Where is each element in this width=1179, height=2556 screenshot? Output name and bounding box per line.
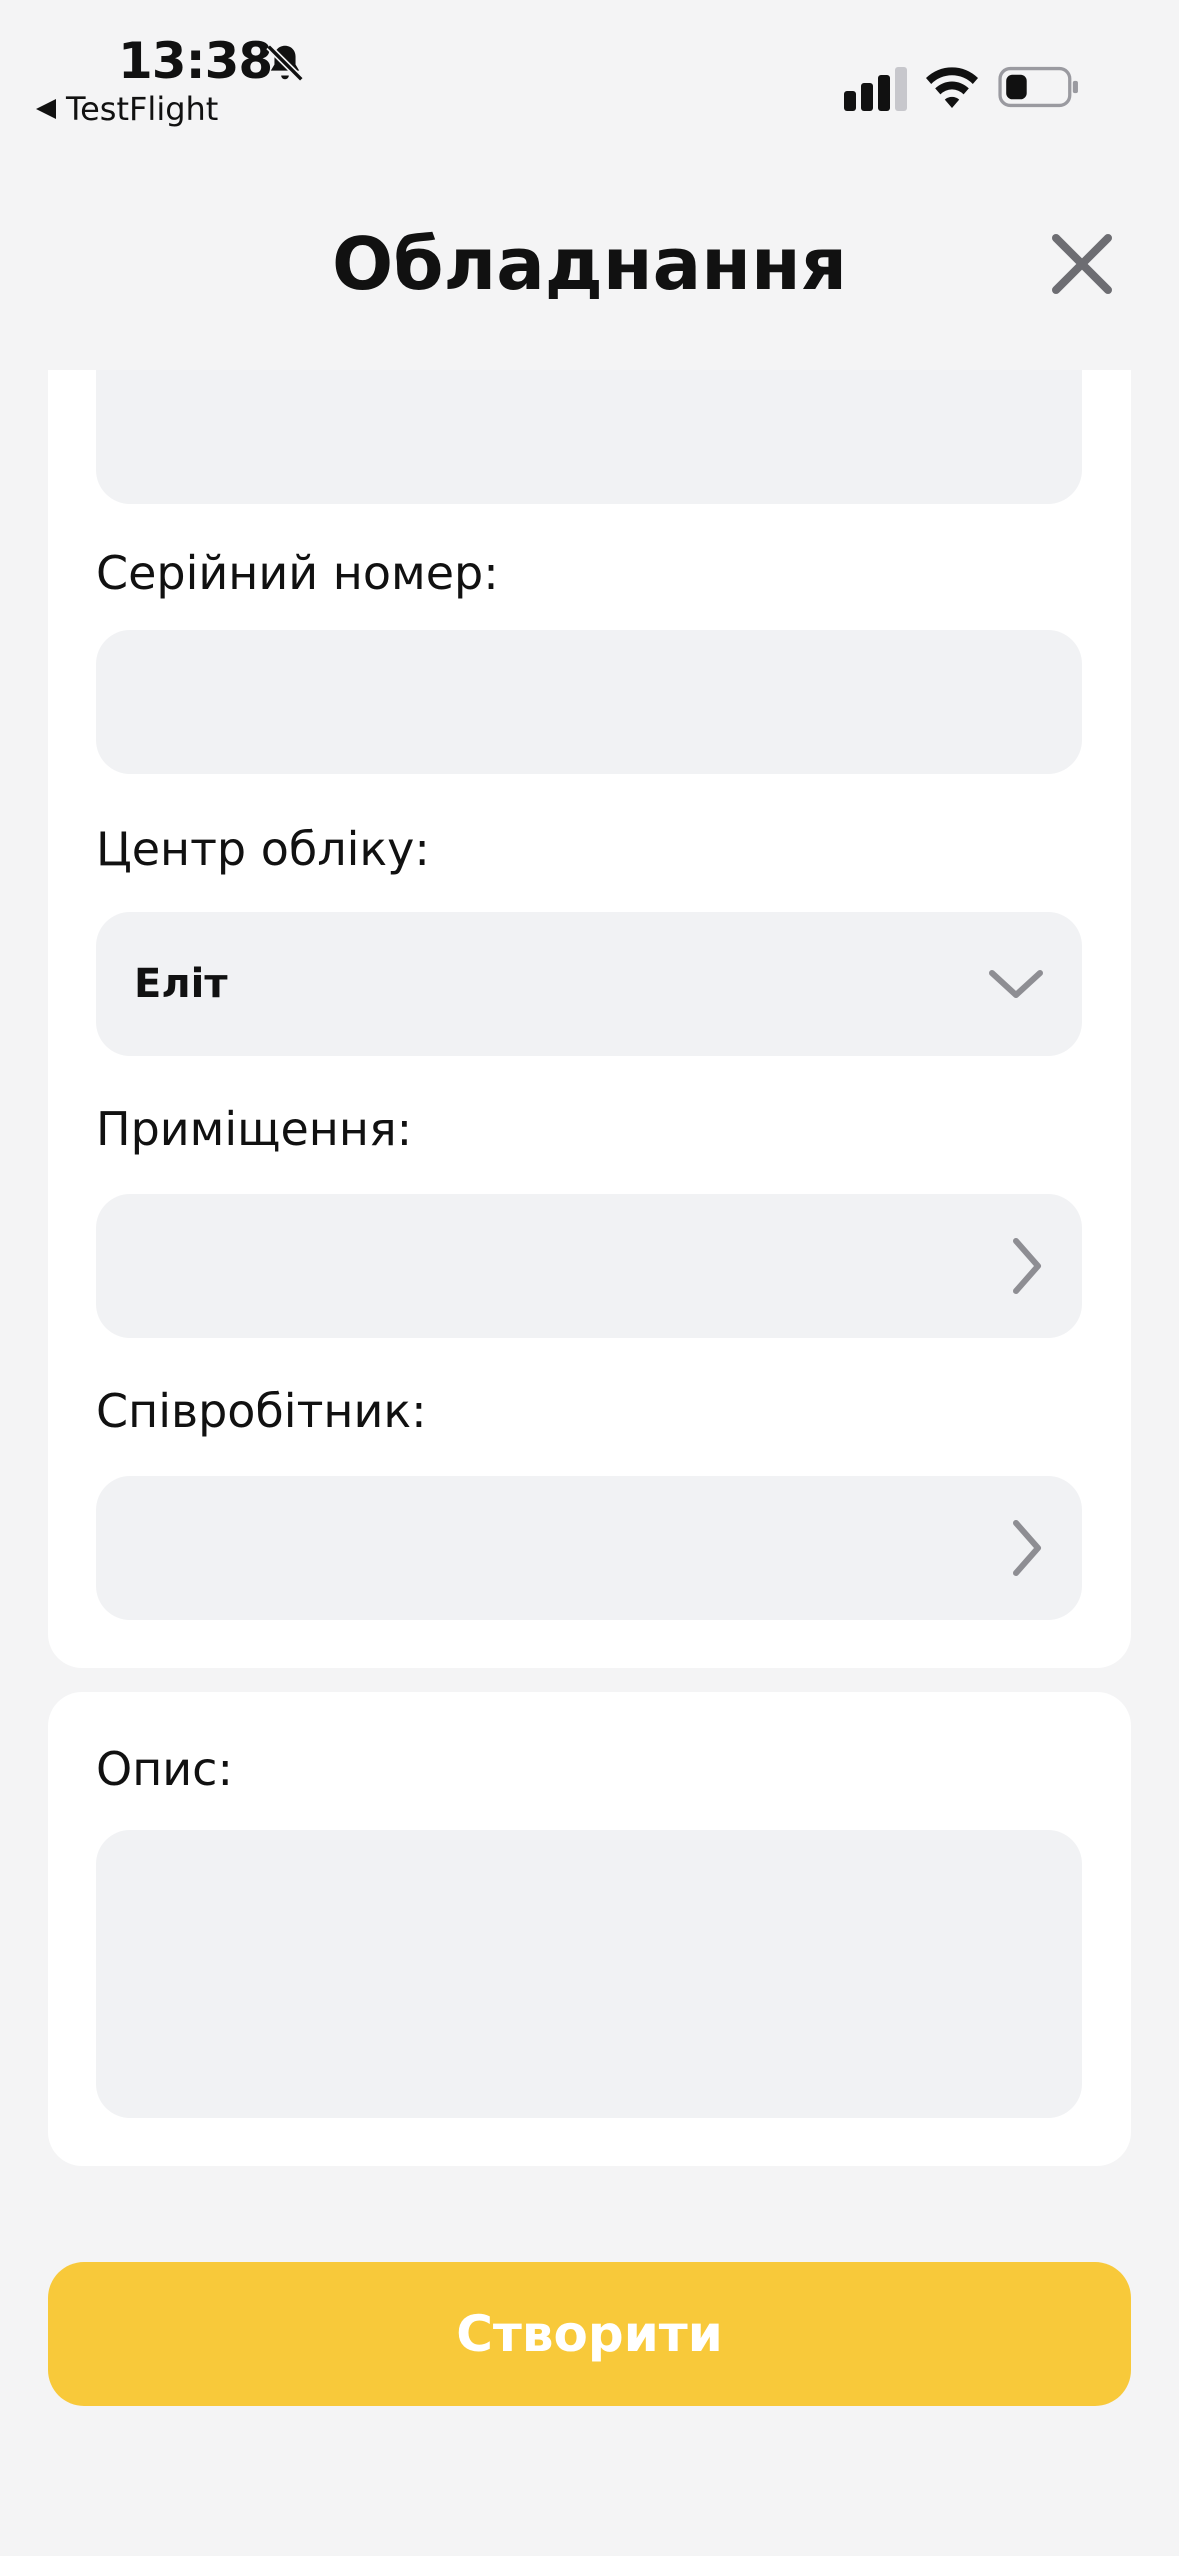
equipment-create-screen: 13:38 TestFlight Обладнання Серійний ном…: [0, 0, 1179, 2556]
status-time: 13:38: [118, 32, 273, 90]
bell-slash-icon: [266, 44, 304, 82]
description-card: Опис:: [48, 1692, 1131, 2166]
chevron-right-icon: [1013, 1238, 1041, 1294]
accounting-center-select[interactable]: Еліт: [96, 912, 1082, 1056]
wifi-icon: [926, 67, 978, 108]
chevron-down-icon: [989, 970, 1043, 998]
top-field-input[interactable]: [96, 370, 1082, 504]
serial-number-label: Серійний номер:: [96, 546, 499, 600]
equipment-form-card: Серійний номер: Центр обліку: Еліт Примі…: [48, 370, 1131, 1668]
page-title: Обладнання: [331, 222, 847, 306]
back-to-testflight-link[interactable]: TestFlight: [36, 90, 218, 128]
close-icon: [1052, 234, 1112, 294]
description-label: Опис:: [96, 1742, 233, 1796]
description-textarea[interactable]: [96, 1830, 1082, 2118]
employee-label: Співробітник:: [96, 1384, 427, 1438]
back-arrow-icon: [36, 99, 56, 119]
employee-picker[interactable]: [96, 1476, 1082, 1620]
battery-icon: [998, 66, 1078, 108]
create-button[interactable]: Створити: [48, 2262, 1131, 2406]
serial-number-input[interactable]: [96, 630, 1082, 774]
back-app-label: TestFlight: [66, 90, 219, 128]
room-picker[interactable]: [96, 1194, 1082, 1338]
accounting-center-value: Еліт: [134, 961, 228, 1007]
signal-icon: [844, 67, 907, 111]
close-button[interactable]: [1046, 228, 1118, 300]
room-label: Приміщення:: [96, 1102, 413, 1156]
chevron-right-icon: [1013, 1520, 1041, 1576]
accounting-center-label: Центр обліку:: [96, 822, 430, 876]
